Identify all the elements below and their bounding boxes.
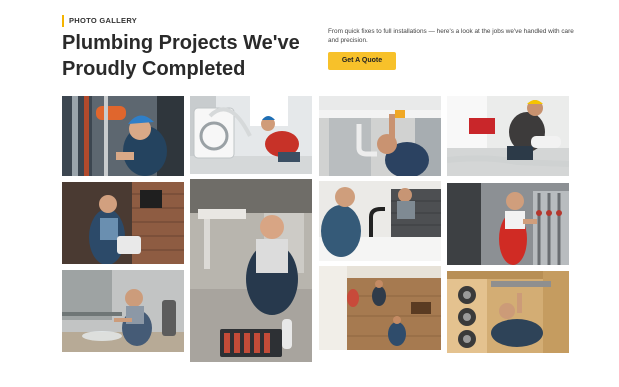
photo-image: [319, 96, 441, 176]
photo-image: [190, 179, 312, 362]
photo-plumber-under-cabinet[interactable]: [447, 271, 569, 353]
photo-image: [62, 96, 184, 176]
photo-image: [62, 182, 184, 264]
gallery-intro: From quick fixes to full installations —…: [328, 28, 574, 44]
photo-image: [319, 181, 441, 261]
gallery-heading: Plumbing Projects We've Proudly Complete…: [62, 32, 300, 80]
get-a-quote-button[interactable]: Get A Quote: [328, 52, 396, 70]
photo-workers-aerial-room[interactable]: [319, 266, 441, 350]
photo-image: [319, 266, 441, 350]
photo-plumber-washing-machine[interactable]: [190, 96, 312, 174]
photo-image: [447, 183, 569, 265]
photo-plumber-toolbox-floor[interactable]: [190, 179, 312, 362]
photo-plumber-kitchen-faucet[interactable]: [319, 181, 441, 261]
gallery-eyebrow: PHOTO GALLERY: [62, 15, 137, 27]
photo-plumber-red-overalls[interactable]: [447, 183, 569, 265]
photo-image: [190, 96, 312, 174]
photo-plumber-bucket-brick[interactable]: [62, 182, 184, 264]
photo-image: [62, 270, 184, 352]
photo-plumber-water-heater[interactable]: [447, 96, 569, 176]
photo-plumber-pipe-spray[interactable]: [62, 270, 184, 352]
photo-plumber-hard-hat-pipes[interactable]: [62, 96, 184, 176]
photo-image: [447, 96, 569, 176]
photo-plumber-under-sink[interactable]: [319, 96, 441, 176]
photo-image: [447, 271, 569, 353]
